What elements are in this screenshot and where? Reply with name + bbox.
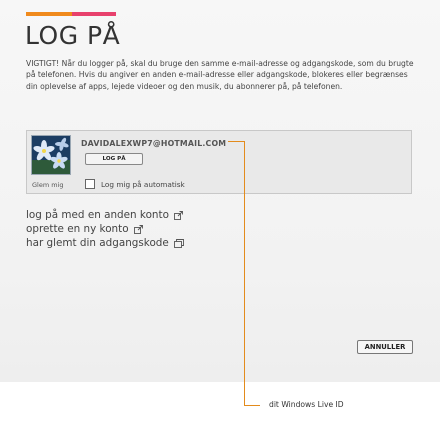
callout-line [244,405,260,406]
auto-login-row: Log mig på automatisk [85,179,185,189]
callout-label: dit Windows Live ID [269,400,344,409]
avatar-block: Glem mig [31,135,71,189]
avatar [31,135,71,175]
account-email: DAVIDALEXWP7@HOTMAIL.COM [81,139,227,148]
external-link-icon [133,224,143,234]
login-dialog: LOG PÅ VIGTIGT! Når du logger på, skal d… [0,0,440,382]
link-create-account[interactable]: oprette en ny konto [26,222,184,236]
auto-login-label: Log mig på automatisk [101,179,185,189]
account-links: log på med en anden konto oprette en ny … [26,208,184,250]
popup-window-icon [173,238,184,248]
page-title: LOG PÅ [25,21,121,50]
link-other-account[interactable]: log på med en anden konto [26,208,184,222]
external-link-icon [174,210,183,220]
callout-line [228,141,244,142]
callout-line [244,141,245,405]
accent-bar [26,12,116,16]
notice-text: VIGTIGT! Når du logger på, skal du bruge… [26,59,414,91]
login-button[interactable]: LOG PÅ [85,153,143,165]
link-forgot-password[interactable]: har glemt din adgangskode [26,236,184,250]
auto-login-checkbox[interactable] [85,179,95,189]
forget-me-link[interactable]: Glem mig [32,181,64,189]
cancel-button[interactable]: ANNULLER [357,340,413,354]
account-panel: Glem mig DAVIDALEXWP7@HOTMAIL.COM LOG PÅ… [26,130,412,194]
